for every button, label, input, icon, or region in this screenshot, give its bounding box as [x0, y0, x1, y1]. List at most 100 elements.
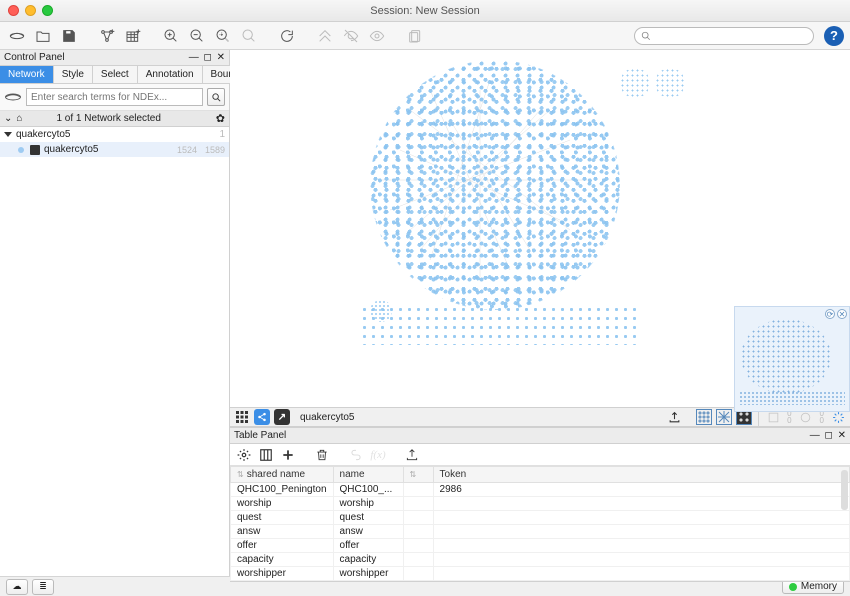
- list-button[interactable]: ≣: [32, 579, 54, 595]
- col-name[interactable]: name: [340, 469, 365, 480]
- memory-status-icon: [789, 583, 797, 591]
- control-panel: Control Panel — ◻ ✕ Network Style Select…: [0, 50, 230, 576]
- save-button[interactable]: [58, 25, 80, 47]
- tab-annotation[interactable]: Annotation: [138, 66, 203, 83]
- tree-root-count: 1: [219, 129, 225, 140]
- table-settings-icon[interactable]: [236, 447, 252, 463]
- tree-child-label: quakercyto5: [44, 144, 98, 155]
- help-button[interactable]: ?: [824, 26, 844, 46]
- table-row[interactable]: capacitycapacity: [231, 553, 850, 567]
- tab-style[interactable]: Style: [54, 66, 93, 83]
- ndex-search-button[interactable]: [207, 88, 225, 106]
- export-icon[interactable]: [666, 409, 682, 425]
- ndex-search-input[interactable]: [26, 88, 203, 106]
- zoom-in-button[interactable]: [160, 25, 182, 47]
- collapse-icon[interactable]: ⌄: [4, 113, 12, 124]
- hidden-nodes-count: 00: [787, 410, 791, 424]
- ndex-logo-icon[interactable]: [6, 25, 28, 47]
- close-icon[interactable]: ✕: [217, 52, 225, 63]
- right-area: ⟳ ✕ ↗ quakercyto5 00: [230, 50, 850, 576]
- table-row[interactable]: QHC100_PeningtonQHC100_...2986: [231, 483, 850, 497]
- grid-view-icon[interactable]: [234, 409, 250, 425]
- minimize-icon[interactable]: —: [189, 52, 199, 63]
- node-cloud: [370, 60, 620, 310]
- col-shared-name[interactable]: shared name: [247, 469, 305, 480]
- zoom-fit-button[interactable]: [212, 25, 234, 47]
- sort-icon-2[interactable]: ⇅: [410, 470, 417, 479]
- ndex-search-row: [0, 84, 229, 111]
- toolbar-search[interactable]: [634, 27, 814, 45]
- table-row[interactable]: worshipperworshipper: [231, 567, 850, 581]
- sort-icon[interactable]: ⇅: [237, 470, 244, 479]
- import-network-button[interactable]: [96, 25, 118, 47]
- toolbar-search-input[interactable]: [654, 30, 807, 41]
- tree-root[interactable]: quakercyto5 1: [0, 127, 229, 142]
- ndex-icon: [4, 90, 22, 104]
- node-count: 1524: [177, 145, 197, 155]
- hide-selected-button[interactable]: [340, 25, 362, 47]
- bottom-strip: [360, 305, 640, 345]
- table-add-icon[interactable]: [280, 447, 296, 463]
- float-icon[interactable]: ◻: [204, 52, 212, 63]
- gear-icon[interactable]: ✿: [216, 112, 225, 125]
- table-panel-header: Table Panel — ◻ ✕: [230, 428, 850, 444]
- detach-view-icon[interactable]: ↗: [274, 409, 290, 425]
- always-show-graphics-icon[interactable]: [765, 409, 781, 425]
- birds-eye-view[interactable]: ⟳ ✕: [734, 306, 850, 412]
- control-panel-tabs: Network Style Select Annotation Boundari…: [0, 66, 229, 84]
- window-title: Session: New Session: [0, 5, 850, 17]
- hidden-edges-count: 00: [820, 410, 824, 424]
- tiny-cluster: [370, 300, 392, 322]
- table-row[interactable]: answansw: [231, 525, 850, 539]
- tree-root-label: quakercyto5: [16, 129, 70, 140]
- network-tree: quakercyto5 1 quakercyto5 1524 1589: [0, 127, 229, 576]
- table-function-icon[interactable]: f(x): [370, 447, 386, 463]
- reload-button[interactable]: [276, 25, 298, 47]
- table-delete-icon[interactable]: [314, 447, 330, 463]
- table-row[interactable]: worshipworship: [231, 497, 850, 511]
- low-detail-icon[interactable]: [798, 409, 814, 425]
- import-table-button[interactable]: [122, 25, 144, 47]
- table-panel-title: Table Panel: [234, 430, 286, 441]
- zoom-out-button[interactable]: [186, 25, 208, 47]
- search-icon: [641, 31, 651, 41]
- home-icon[interactable]: ⌂: [16, 113, 22, 124]
- network-status-row: ⌄ ⌂ 1 of 1 Network selected ✿: [0, 111, 229, 127]
- tab-select[interactable]: Select: [93, 66, 138, 83]
- table-toolbar: f(x): [230, 444, 850, 466]
- show-all-button[interactable]: [366, 25, 388, 47]
- cloud-button[interactable]: ☁: [6, 579, 28, 595]
- tp-close-icon[interactable]: ✕: [838, 430, 846, 441]
- current-network-label: quakercyto5: [300, 412, 354, 423]
- col-token[interactable]: Token: [440, 469, 467, 480]
- table-row[interactable]: offeroffer: [231, 539, 850, 553]
- layout-force-icon[interactable]: [716, 409, 732, 425]
- tab-network[interactable]: Network: [0, 66, 54, 83]
- table-row[interactable]: questquest: [231, 511, 850, 525]
- control-panel-title: Control Panel: [4, 52, 65, 63]
- network-view[interactable]: ⟳ ✕: [230, 50, 850, 407]
- layout-grid-icon[interactable]: [696, 409, 712, 425]
- control-panel-header: Control Panel — ◻ ✕: [0, 50, 229, 66]
- zoom-selected-button[interactable]: [238, 25, 260, 47]
- table-scrollbar[interactable]: [841, 470, 848, 510]
- table-panel: Table Panel — ◻ ✕ f(x): [230, 427, 850, 576]
- minimap-refresh-icon[interactable]: ⟳: [825, 309, 835, 319]
- small-cluster-2: [655, 68, 685, 98]
- open-button[interactable]: [32, 25, 54, 47]
- copy-button[interactable]: [404, 25, 426, 47]
- tp-minimize-icon[interactable]: —: [810, 430, 820, 441]
- edge-count: 1589: [205, 145, 225, 155]
- main-toolbar: ?: [0, 22, 850, 50]
- table-export-icon[interactable]: [404, 447, 420, 463]
- table-columns-icon[interactable]: [258, 447, 274, 463]
- share-view-icon[interactable]: [254, 409, 270, 425]
- minimap-close-icon[interactable]: ✕: [837, 309, 847, 319]
- data-table[interactable]: ⇅shared name name ⇅ Token QHC100_Peningt…: [230, 466, 850, 582]
- dot-icon: [18, 147, 24, 153]
- network-status-text: 1 of 1 Network selected: [56, 113, 161, 124]
- table-link-icon[interactable]: [348, 447, 364, 463]
- first-neighbors-button[interactable]: [314, 25, 336, 47]
- tree-child[interactable]: quakercyto5 1524 1589: [0, 142, 229, 157]
- tp-float-icon[interactable]: ◻: [825, 430, 833, 441]
